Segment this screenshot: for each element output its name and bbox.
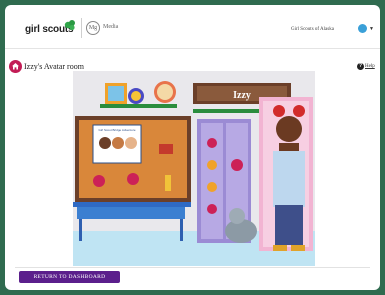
chevron-down-icon[interactable]: ▼ (369, 26, 374, 32)
trophy-item[interactable] (165, 175, 171, 191)
desk-top (73, 202, 191, 207)
top-header: girl scouts Mg Media Girl Scouts of Alas… (5, 5, 380, 49)
trefoil-icon (64, 20, 75, 31)
poster-figure-c (125, 137, 137, 149)
seal-head (229, 208, 245, 224)
mystery-slot[interactable] (127, 173, 139, 185)
mystery-slot[interactable] (93, 175, 105, 187)
avatar-jacket[interactable] (273, 151, 305, 207)
desk-leg (180, 219, 183, 241)
help-icon[interactable]: ? (357, 63, 364, 70)
avatar-shoe (291, 245, 305, 251)
round-mirror-center (157, 84, 173, 100)
avatar-hair-bun (273, 105, 285, 117)
page-title: Izzy's Avatar room (24, 62, 84, 71)
top-shelf (100, 104, 177, 108)
mystery-slot[interactable] (207, 138, 217, 148)
desk-leg (79, 219, 82, 241)
badge-trophy-center (131, 91, 141, 101)
mystery-slot[interactable] (207, 204, 217, 214)
avatar-pants[interactable] (275, 205, 303, 245)
desk-drawers (77, 207, 185, 219)
poster-text: Girl Scout Bridge Adventure (98, 128, 135, 132)
return-to-dashboard-button[interactable]: RETURN TO DASHBOARD (19, 271, 120, 283)
avatar-head[interactable] (276, 116, 302, 142)
poster-figure-a (99, 137, 111, 149)
nameplate-text: Izzy (233, 90, 251, 101)
megaphone-item[interactable] (159, 144, 173, 154)
media-badge[interactable]: Mg (86, 21, 100, 35)
avatar-hair-bun (293, 105, 305, 117)
home-icon[interactable] (9, 60, 22, 73)
photo-inner (108, 86, 124, 101)
help-link[interactable]: Help (365, 64, 375, 69)
avatar-shoe (273, 245, 287, 251)
poster-figure-b (112, 137, 124, 149)
user-avatar-icon[interactable] (358, 24, 367, 33)
app-card: girl scouts Mg Media Girl Scouts of Alas… (5, 5, 380, 290)
badge-slot[interactable] (207, 182, 217, 192)
avatar-room-scene: Izzy Girl Scout Bridge Adventure (73, 71, 315, 266)
media-link[interactable]: Media (103, 24, 118, 30)
footer-divider (15, 267, 370, 268)
mystery-slot[interactable] (231, 159, 243, 171)
header-divider (81, 18, 82, 38)
badge-slot[interactable] (207, 160, 217, 170)
council-name: Girl Scouts of Alaska (291, 27, 334, 32)
